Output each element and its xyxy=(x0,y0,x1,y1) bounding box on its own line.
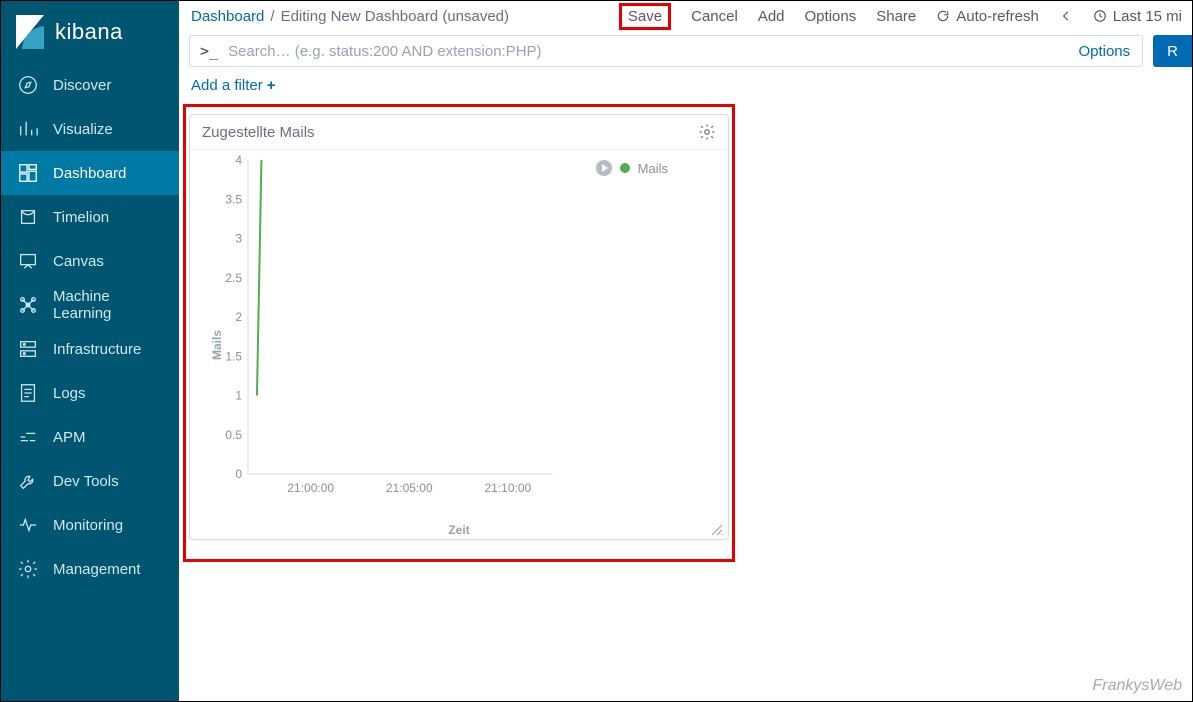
sidebar: kibana Discover Visualize Dashboard Time… xyxy=(1,1,179,701)
sidebar-item-label: Infrastructure xyxy=(53,341,141,358)
sidebar-item-infrastructure[interactable]: Infrastructure xyxy=(1,327,179,371)
search-run-button[interactable]: R xyxy=(1153,35,1192,67)
sidebar-item-canvas[interactable]: Canvas xyxy=(1,239,179,283)
watermark: FrankysWeb xyxy=(1092,677,1182,695)
breadcrumb: Dashboard / Editing New Dashboard (unsav… xyxy=(191,8,601,25)
sidebar-item-monitoring[interactable]: Monitoring xyxy=(1,503,179,547)
dashboard-icon xyxy=(17,162,39,184)
svg-text:4: 4 xyxy=(235,154,242,167)
sidebar-item-label: Timelion xyxy=(53,209,109,226)
sidebar-item-label: Canvas xyxy=(53,253,104,270)
brand-name: kibana xyxy=(55,19,123,45)
sidebar-item-devtools[interactable]: Dev Tools xyxy=(1,459,179,503)
y-axis-label: Mails xyxy=(210,329,224,359)
timepicker-prev[interactable] xyxy=(1059,9,1073,23)
sidebar-item-label: APM xyxy=(53,429,86,446)
search-options-link[interactable]: Options xyxy=(1078,43,1132,60)
chevron-left-icon xyxy=(1059,9,1073,23)
panel-body: Mails Mails 0 0.5 1 1.5 2 2.5 3 3.5 4 21:00:00 21:… xyxy=(190,150,728,539)
sidebar-item-label: Dev Tools xyxy=(53,473,119,490)
breadcrumb-root[interactable]: Dashboard xyxy=(191,8,264,25)
sidebar-nav: Discover Visualize Dashboard Timelion Ca… xyxy=(1,63,179,591)
svg-text:2.5: 2.5 xyxy=(225,271,242,285)
autorefresh-button[interactable]: Auto-refresh xyxy=(936,8,1039,25)
sidebar-item-label: Discover xyxy=(53,77,111,94)
search-box[interactable]: >_ Options xyxy=(189,35,1143,67)
sidebar-item-label: Logs xyxy=(53,385,86,402)
chart-svg: 0 0.5 1 1.5 2 2.5 3 3.5 4 21:00:00 21:05:00 21:10:0… xyxy=(206,154,706,514)
svg-text:3: 3 xyxy=(235,232,242,246)
svg-text:3.5: 3.5 xyxy=(225,192,242,206)
svg-text:0.5: 0.5 xyxy=(225,428,242,442)
sidebar-item-visualize[interactable]: Visualize xyxy=(1,107,179,151)
logs-icon xyxy=(17,382,39,404)
wrench-icon xyxy=(17,470,39,492)
heartbeat-icon xyxy=(17,514,39,536)
refresh-icon xyxy=(936,9,950,23)
panel-title: Zugestellte Mails xyxy=(202,124,315,141)
sidebar-item-dashboard[interactable]: Dashboard xyxy=(1,151,179,195)
topbar: Dashboard / Editing New Dashboard (unsav… xyxy=(179,1,1192,31)
panel-gear-icon[interactable] xyxy=(698,123,716,141)
search-prompt-icon: >_ xyxy=(200,42,218,60)
svg-text:21:00:00: 21:00:00 xyxy=(287,481,334,495)
sidebar-item-label: Management xyxy=(53,561,141,578)
svg-text:0: 0 xyxy=(235,467,242,481)
sidebar-item-discover[interactable]: Discover xyxy=(1,63,179,107)
topbar-actions: Save Cancel Add Options Share Auto-refre… xyxy=(619,3,1182,30)
timepicker-button[interactable]: Last 15 mi xyxy=(1093,8,1182,25)
kibana-logo-icon xyxy=(15,14,45,50)
apm-icon xyxy=(17,426,39,448)
ml-icon xyxy=(17,294,39,316)
add-button[interactable]: Add xyxy=(758,8,785,25)
panel-header: Zugestellte Mails xyxy=(190,115,728,150)
svg-text:21:05:00: 21:05:00 xyxy=(386,481,433,495)
dashboard-canvas[interactable]: Zugestellte Mails Mails Mails 0 0.5 1 1.5 2 2… xyxy=(179,104,1192,701)
gear-icon xyxy=(17,558,39,580)
breadcrumb-sep: / xyxy=(270,8,274,25)
sidebar-item-label: Machine Learning xyxy=(53,288,163,322)
sidebar-item-apm[interactable]: APM xyxy=(1,415,179,459)
timepicker-label: Last 15 mi xyxy=(1113,8,1182,25)
options-button[interactable]: Options xyxy=(805,8,857,25)
svg-text:2: 2 xyxy=(235,310,242,324)
filter-bar: Add a filter + xyxy=(179,71,1192,104)
breadcrumb-current: Editing New Dashboard (unsaved) xyxy=(281,8,509,25)
x-axis-label: Zeit xyxy=(448,523,469,537)
save-button[interactable]: Save xyxy=(619,3,671,30)
autorefresh-label: Auto-refresh xyxy=(956,8,1039,25)
share-button[interactable]: Share xyxy=(876,8,916,25)
compass-icon xyxy=(17,74,39,96)
add-filter-label: Add a filter xyxy=(191,77,263,94)
sidebar-item-label: Dashboard xyxy=(53,165,126,182)
brand-logo[interactable]: kibana xyxy=(1,1,179,63)
svg-text:21:10:00: 21:10:00 xyxy=(484,481,531,495)
svg-text:1.5: 1.5 xyxy=(225,349,242,363)
plus-icon: + xyxy=(267,77,276,94)
search-input[interactable] xyxy=(228,43,1068,60)
canvas-icon xyxy=(17,250,39,272)
resize-handle[interactable] xyxy=(710,523,724,537)
main-area: Dashboard / Editing New Dashboard (unsav… xyxy=(179,1,1192,701)
sidebar-item-management[interactable]: Management xyxy=(1,547,179,591)
sidebar-item-logs[interactable]: Logs xyxy=(1,371,179,415)
cancel-button[interactable]: Cancel xyxy=(691,8,738,25)
timelion-icon xyxy=(17,206,39,228)
infrastructure-icon xyxy=(17,338,39,360)
search-row: >_ Options R xyxy=(179,31,1192,71)
bar-chart-icon xyxy=(17,118,39,140)
svg-text:1: 1 xyxy=(235,389,242,403)
clock-icon xyxy=(1093,9,1107,23)
sidebar-item-label: Visualize xyxy=(53,121,113,138)
sidebar-item-label: Monitoring xyxy=(53,517,123,534)
sidebar-item-timelion[interactable]: Timelion xyxy=(1,195,179,239)
viz-panel[interactable]: Zugestellte Mails Mails Mails 0 0.5 1 1.5 2 2… xyxy=(189,114,729,540)
chart: Mails 0 0.5 1 1.5 2 2.5 3 3.5 4 21:00:00 21:05:00 2… xyxy=(206,154,712,535)
sidebar-item-ml[interactable]: Machine Learning xyxy=(1,283,179,327)
add-filter-button[interactable]: Add a filter + xyxy=(191,77,275,94)
